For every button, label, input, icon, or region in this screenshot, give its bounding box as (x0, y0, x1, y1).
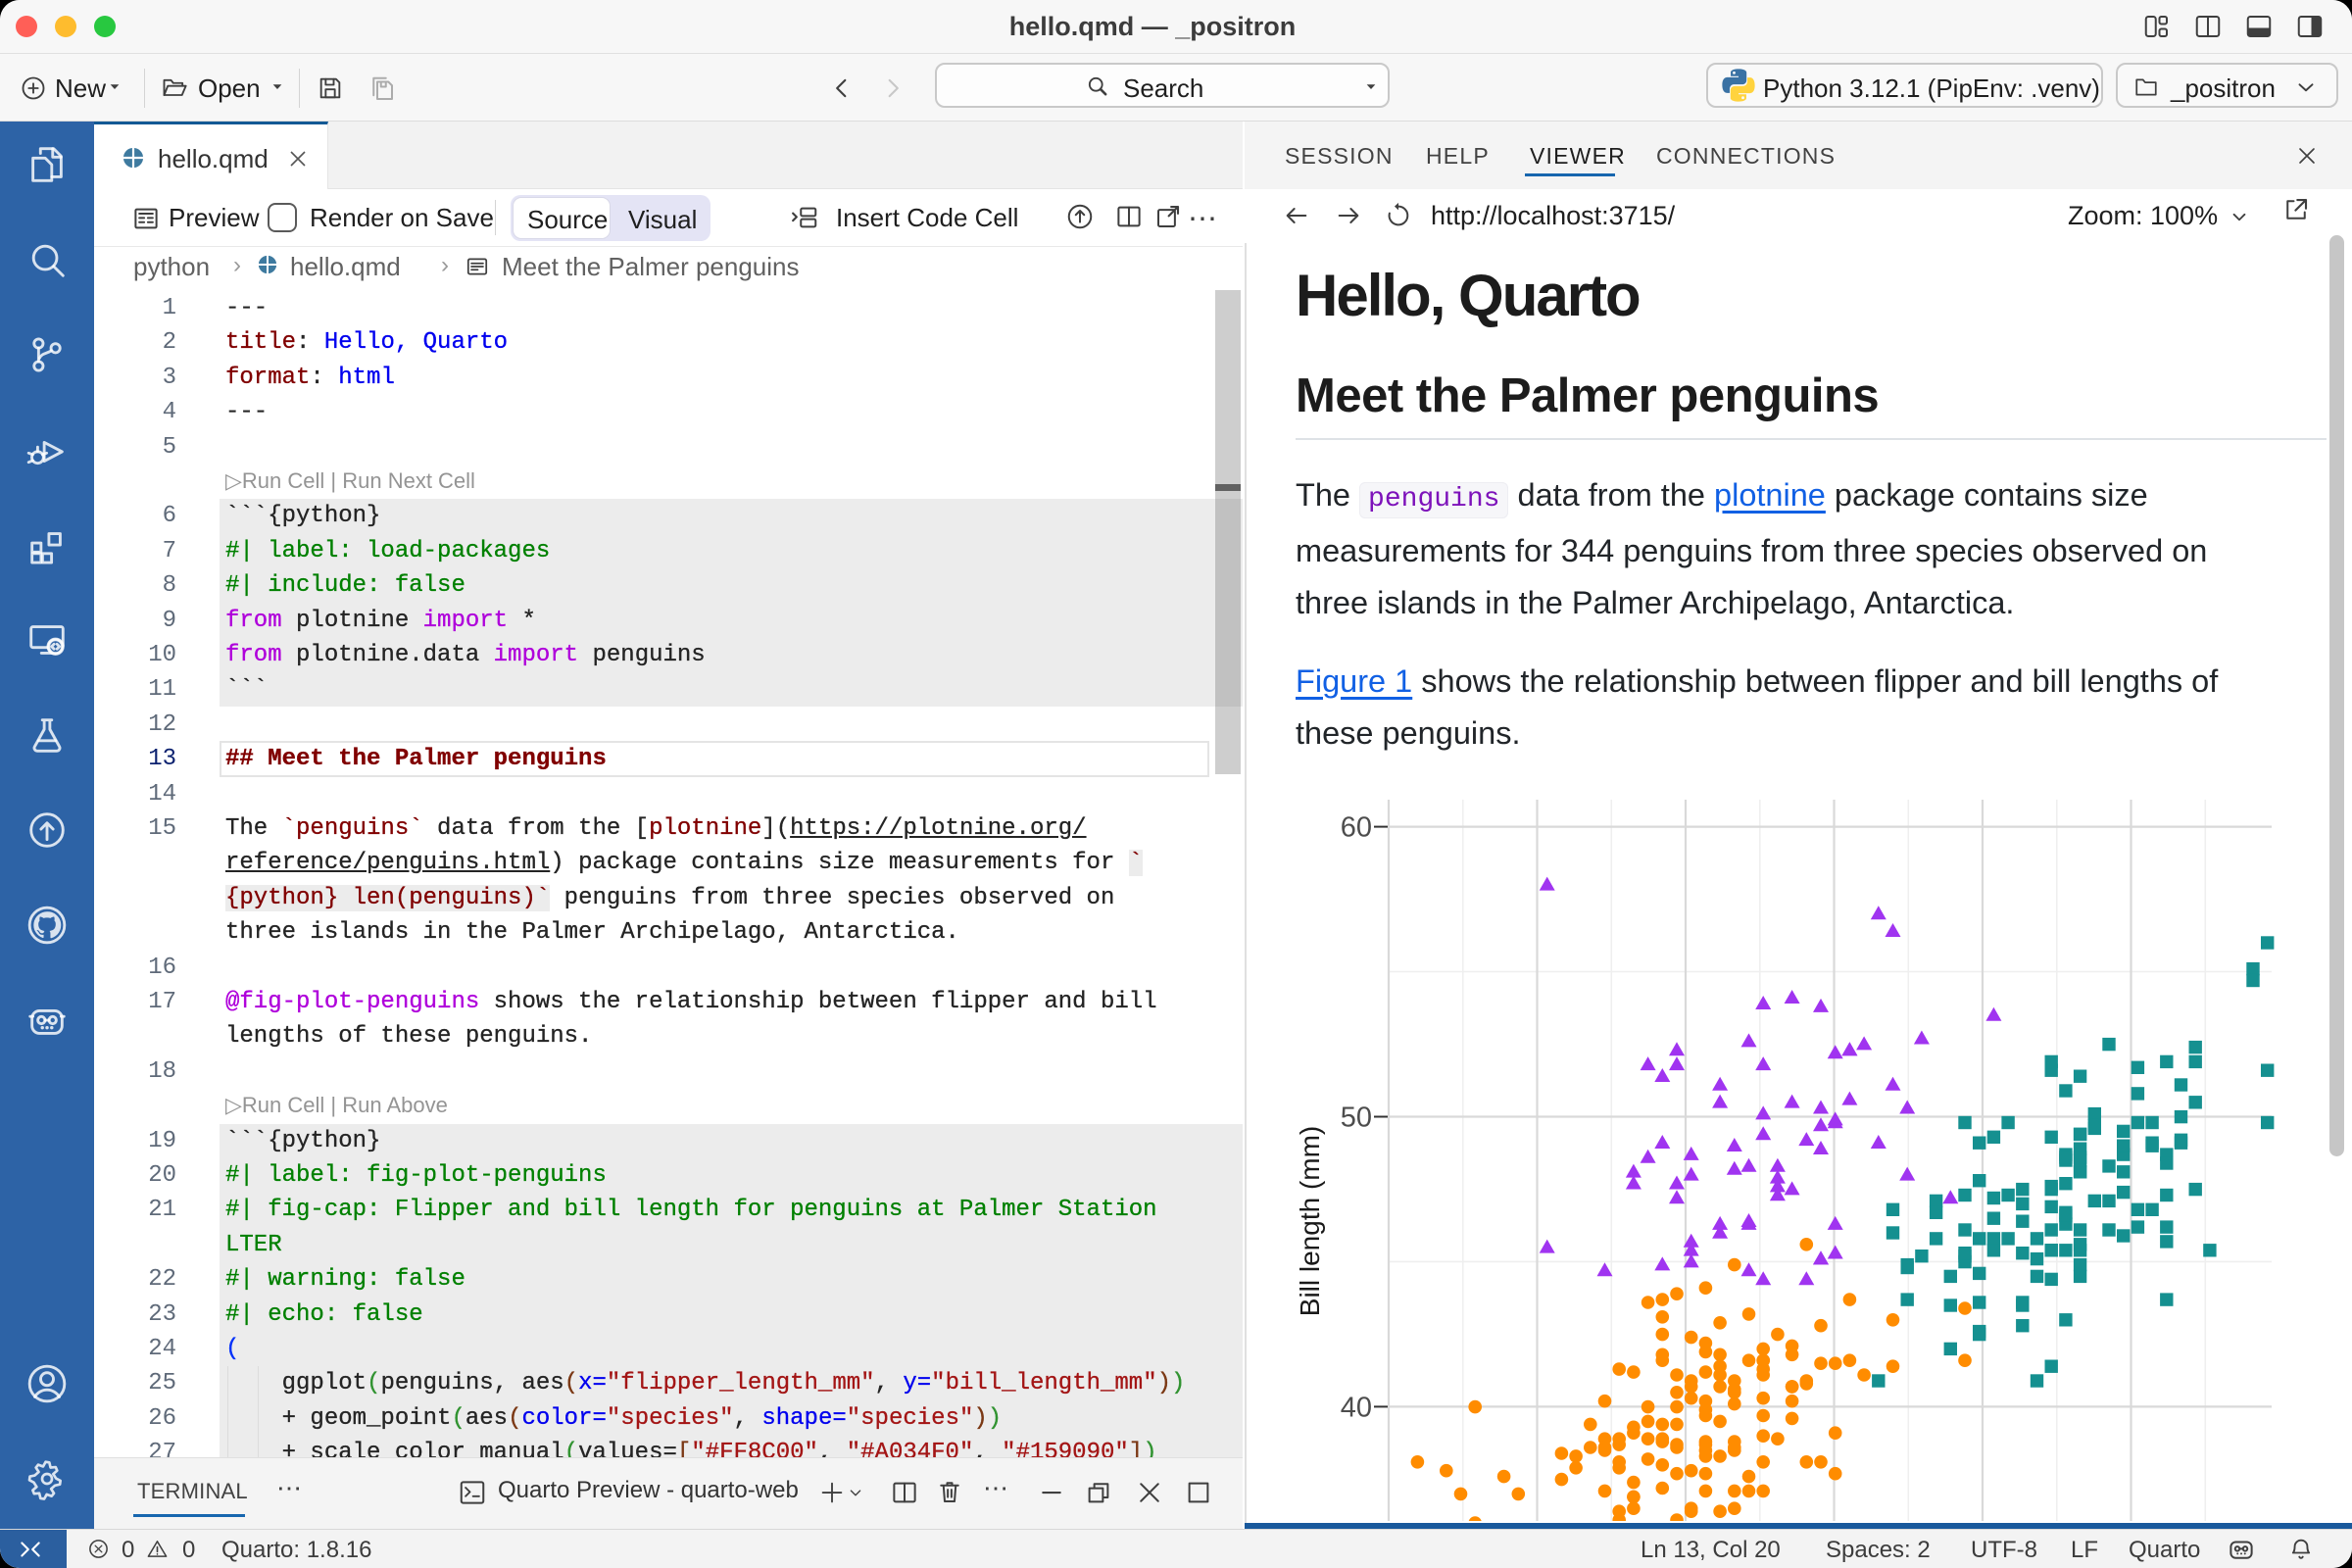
svg-text:60: 60 (1341, 812, 1372, 844)
svg-text:Bill length (mm): Bill length (mm) (1295, 1126, 1325, 1316)
svg-text:40: 40 (1341, 1392, 1372, 1423)
svg-text:50: 50 (1341, 1102, 1372, 1134)
